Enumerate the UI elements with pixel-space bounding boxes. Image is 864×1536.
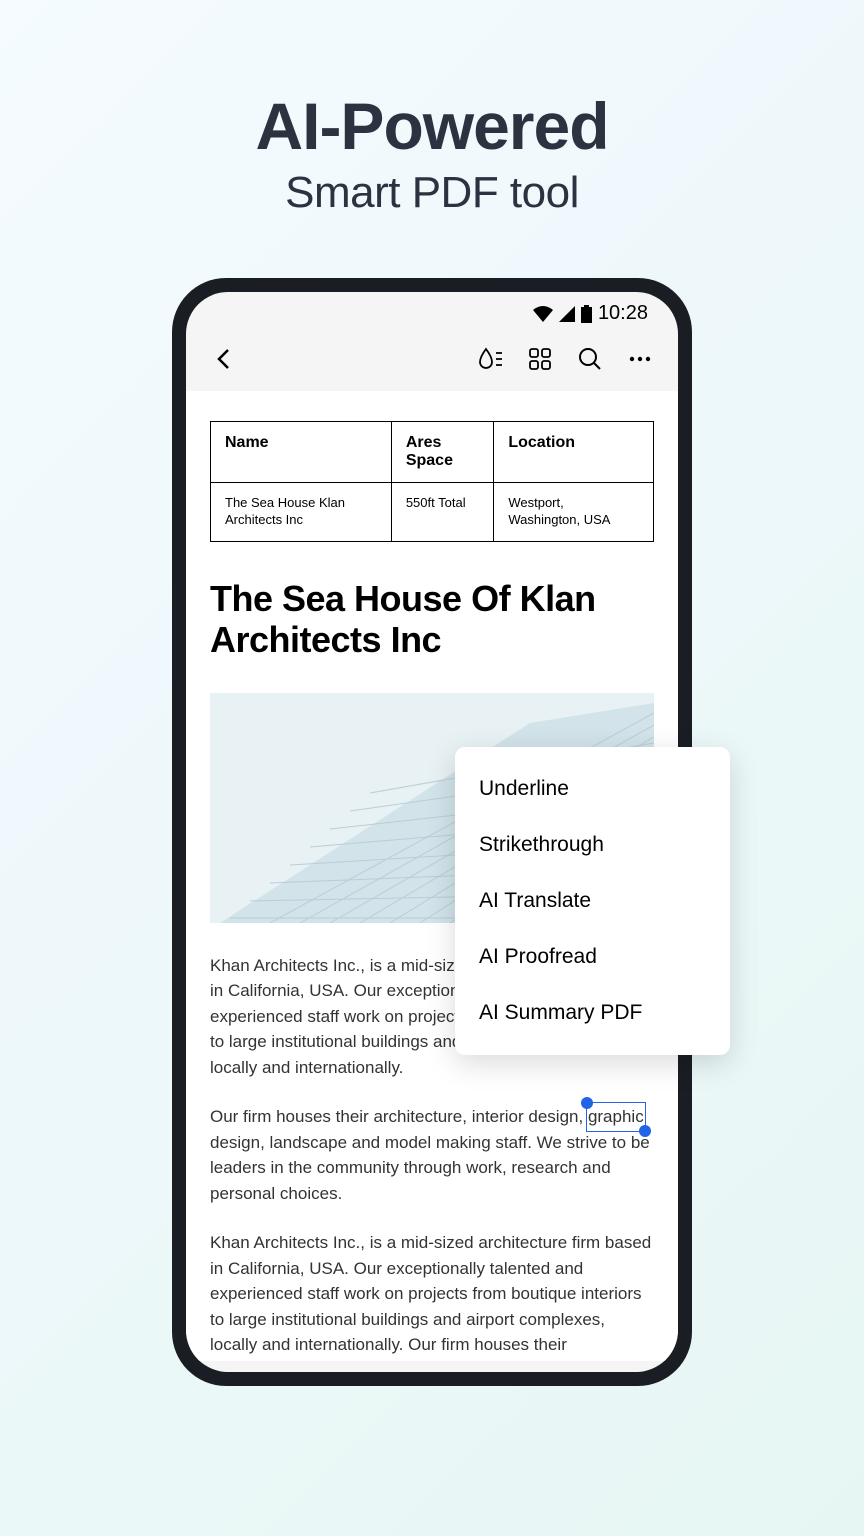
wifi-icon — [533, 306, 553, 322]
ink-icon[interactable] — [476, 345, 504, 373]
status-bar: 10:28 — [186, 292, 678, 331]
table-cell: The Sea House Klan Architects Inc — [211, 483, 392, 542]
status-time: 10:28 — [598, 302, 648, 325]
selected-text: graphic — [588, 1107, 644, 1126]
hero-subtitle: Smart PDF tool — [0, 168, 864, 218]
more-icon[interactable] — [626, 345, 654, 373]
table-header: Location — [494, 422, 654, 483]
selection-handle-left[interactable] — [581, 1097, 593, 1109]
menu-underline[interactable]: Underline — [455, 761, 730, 817]
table-header: Name — [211, 422, 392, 483]
context-menu: Underline Strikethrough AI Translate AI … — [455, 747, 730, 1055]
info-table: Name Ares Space Location The Sea House K… — [210, 421, 654, 542]
menu-ai-proofread[interactable]: AI Proofread — [455, 929, 730, 985]
toolbar — [186, 331, 678, 391]
selection-handle-right[interactable] — [639, 1125, 651, 1137]
paragraph-3: Khan Architects Inc., is a mid-sized arc… — [210, 1230, 654, 1361]
signal-icon — [559, 306, 575, 322]
para2-pre: Our firm houses their architecture, inte… — [210, 1107, 588, 1126]
table-cell: Westport, Washington, USA — [494, 483, 654, 542]
text-selection[interactable]: graphic — [588, 1104, 644, 1130]
search-icon[interactable] — [576, 345, 604, 373]
menu-ai-translate[interactable]: AI Translate — [455, 873, 730, 929]
hero-title: AI-Powered — [0, 88, 864, 164]
para2-post: design, landscape and model making staff… — [210, 1133, 650, 1203]
grid-icon[interactable] — [526, 345, 554, 373]
table-header: Ares Space — [391, 422, 494, 483]
paragraph-2: Our firm houses their architecture, inte… — [210, 1104, 654, 1206]
back-button[interactable] — [210, 345, 238, 373]
menu-strikethrough[interactable]: Strikethrough — [455, 817, 730, 873]
battery-icon — [581, 305, 592, 323]
table-cell: 550ft Total — [391, 483, 494, 542]
menu-ai-summary[interactable]: AI Summary PDF — [455, 985, 730, 1041]
document-title: The Sea House Of Klan Architects Inc — [210, 578, 654, 661]
